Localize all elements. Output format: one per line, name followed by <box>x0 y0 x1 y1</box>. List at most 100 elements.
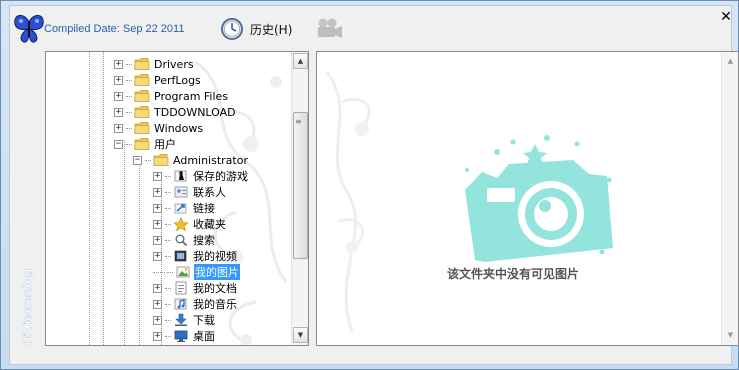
app-body: Compiled Date: Sep 22 2011 历史(H) ✕ DiVie… <box>9 5 739 365</box>
tree-item[interactable]: − Administrator <box>133 152 249 168</box>
favorites-icon <box>173 217 189 232</box>
folder-icon <box>134 89 150 103</box>
tree-guide-line <box>89 52 90 345</box>
videos-icon <box>173 249 189 263</box>
tree-item-label[interactable]: PerfLogs <box>153 74 202 87</box>
collapse-toggle[interactable]: − <box>133 155 142 165</box>
expand-toggle[interactable]: + <box>153 235 162 245</box>
close-button[interactable]: ✕ <box>719 10 733 24</box>
viewer-scrollbar[interactable]: ▲ ▼ <box>721 52 738 345</box>
tree-item-label[interactable]: Administrator <box>172 154 249 167</box>
tree-item-label[interactable]: 用户 <box>153 136 177 152</box>
tree-guide-line <box>139 156 140 345</box>
scroll-down-button[interactable]: ▼ <box>293 327 308 343</box>
butterfly-logo-icon <box>14 15 44 43</box>
expand-toggle[interactable]: + <box>153 251 162 261</box>
tree-item[interactable]: + 我的视频 <box>153 248 238 264</box>
tree-connector <box>126 111 132 113</box>
compiled-date-label: Compiled Date: Sep 22 2011 <box>44 23 185 35</box>
collapse-toggle[interactable]: − <box>114 139 123 149</box>
folder-icon <box>153 153 169 167</box>
tree-item-label[interactable]: 我的文档 <box>192 280 238 296</box>
tree-item[interactable]: + 我的文档 <box>153 280 238 296</box>
floral-watermark-icon <box>325 71 613 333</box>
documents-icon <box>173 281 189 295</box>
folder-icon <box>134 121 150 135</box>
tree-connector <box>153 271 165 273</box>
tree-item-label[interactable]: Program Files <box>153 90 229 103</box>
tree-guide-line <box>103 52 104 345</box>
tree-connector <box>165 223 171 225</box>
tree-item-label[interactable]: Drivers <box>153 58 195 71</box>
expand-toggle[interactable]: + <box>153 219 162 229</box>
tree-item[interactable]: − 用户 <box>114 136 177 152</box>
history-button[interactable]: 历史(H) <box>220 16 292 42</box>
tree-connector <box>145 159 151 161</box>
downloads-icon <box>173 313 189 327</box>
tree-item-label[interactable]: 搜索 <box>192 232 216 248</box>
viewer-scroll-down-button[interactable]: ▼ <box>723 327 738 343</box>
tree-item[interactable]: + 链接 <box>153 200 216 216</box>
tree-item-label[interactable]: 桌面 <box>192 328 216 344</box>
expand-toggle[interactable]: + <box>114 123 123 133</box>
tree-item-label[interactable]: 链接 <box>192 200 216 216</box>
tree-connector <box>165 287 171 289</box>
tree-connector <box>165 175 171 177</box>
folder-tree-panel[interactable]: + Drivers + PerfLogs + Program Files + TDDOWNLO… <box>45 51 309 346</box>
tree-item-label[interactable]: 下载 <box>192 312 216 328</box>
status-bar <box>45 348 739 366</box>
folder-icon <box>134 57 150 71</box>
tree-item-label[interactable]: 保存的游戏 <box>192 168 249 184</box>
expand-toggle[interactable]: + <box>153 299 162 309</box>
tree-item[interactable]: + PerfLogs <box>114 72 202 88</box>
tree-item[interactable]: + Program Files <box>114 88 229 104</box>
tree-item-label[interactable]: TDDOWNLOAD <box>153 106 237 119</box>
scroll-thumb[interactable] <box>293 112 308 259</box>
tree-item[interactable]: + 搜索 <box>153 232 216 248</box>
tree-item[interactable]: + TDDOWNLOAD <box>114 104 237 120</box>
tree-scrollbar[interactable]: ▲ ≡ ▼ <box>291 52 308 345</box>
tree-item[interactable]: + 桌面 <box>153 328 216 344</box>
tree-connector <box>165 191 171 193</box>
tree-connector <box>126 63 132 65</box>
tree-connector <box>165 335 171 337</box>
tree-connector <box>126 95 132 97</box>
tree-item[interactable]: + 收藏夹 <box>153 216 227 232</box>
tree-item[interactable]: + 联系人 <box>153 184 227 200</box>
tree-item-label[interactable]: 收藏夹 <box>192 216 227 232</box>
empty-folder-message: 该文件夹中没有可见图片 <box>447 267 580 281</box>
tree-connector <box>126 79 132 81</box>
expand-toggle[interactable]: + <box>153 187 162 197</box>
tree-connector <box>165 239 171 241</box>
video-camera-icon[interactable] <box>314 16 344 42</box>
expand-toggle[interactable]: + <box>153 283 162 293</box>
tree-item[interactable]: + 保存的游戏 <box>153 168 249 184</box>
tree-item[interactable]: + Windows <box>114 120 204 136</box>
tree-item-label[interactable]: Windows <box>153 122 204 135</box>
clock-icon <box>221 18 243 40</box>
scroll-up-button[interactable]: ▲ <box>293 53 308 69</box>
tree-item[interactable]: + 下载 <box>153 312 216 328</box>
tree-connector <box>165 207 171 209</box>
history-label: 历史(H) <box>250 22 293 37</box>
expand-toggle[interactable]: + <box>114 59 123 69</box>
tree-guide-line <box>124 140 125 345</box>
tree-item-label[interactable]: 我的图片 <box>194 264 240 280</box>
expand-toggle[interactable]: + <box>114 107 123 117</box>
viewer-scroll-up-button[interactable]: ▲ <box>723 53 738 69</box>
expand-toggle[interactable]: + <box>153 315 162 325</box>
links-icon <box>173 201 189 215</box>
tree-item[interactable]: 我的图片 <box>153 264 240 280</box>
tree-item[interactable]: + Drivers <box>114 56 195 72</box>
expand-toggle[interactable]: + <box>114 75 123 85</box>
expand-toggle[interactable]: + <box>114 91 123 101</box>
tree-item-label[interactable]: 我的视频 <box>192 248 238 264</box>
expand-toggle[interactable]: + <box>153 203 162 213</box>
expand-toggle[interactable]: + <box>153 331 162 341</box>
tree-item-label[interactable]: 联系人 <box>192 184 227 200</box>
tree-item[interactable]: + 我的音乐 <box>153 296 238 312</box>
folder-icon <box>134 73 150 87</box>
tree-item-label[interactable]: 我的音乐 <box>192 296 238 312</box>
expand-toggle[interactable]: + <box>153 171 162 181</box>
image-viewer-panel[interactable]: 该文件夹中没有可见图片 ▲ ▼ <box>316 51 739 346</box>
